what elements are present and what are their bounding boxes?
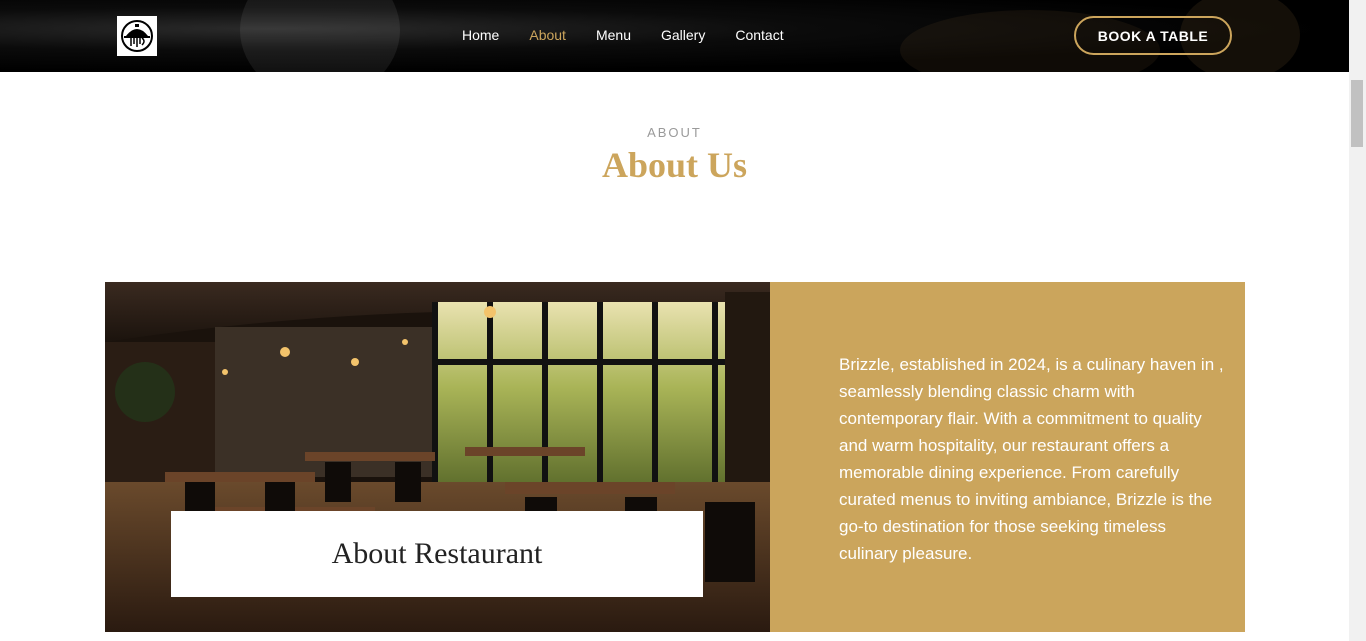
- caption-text: About Restaurant: [331, 537, 543, 570]
- nav-about[interactable]: About: [529, 27, 566, 43]
- nav-menu[interactable]: Menu: [596, 27, 631, 43]
- cloche-logo-icon: [121, 20, 153, 52]
- nav-contact[interactable]: Contact: [735, 27, 783, 43]
- section-eyebrow: ABOUT: [647, 125, 702, 140]
- site-header: Home About Menu Gallery Contact BOOK A T…: [0, 0, 1349, 72]
- about-restaurant-caption: About Restaurant: [171, 511, 703, 597]
- page-scrollbar[interactable]: [1349, 0, 1366, 641]
- nav-home[interactable]: Home: [462, 27, 499, 43]
- book-a-table-button[interactable]: BOOK A TABLE: [1074, 16, 1232, 55]
- scrollbar-thumb[interactable]: [1351, 80, 1363, 147]
- site-logo[interactable]: [117, 16, 157, 56]
- about-description: Brizzle, established in 2024, is a culin…: [839, 355, 1224, 563]
- section-title: About Us: [601, 145, 748, 185]
- main-nav: Home About Menu Gallery Contact: [462, 27, 814, 43]
- nav-gallery[interactable]: Gallery: [661, 27, 705, 43]
